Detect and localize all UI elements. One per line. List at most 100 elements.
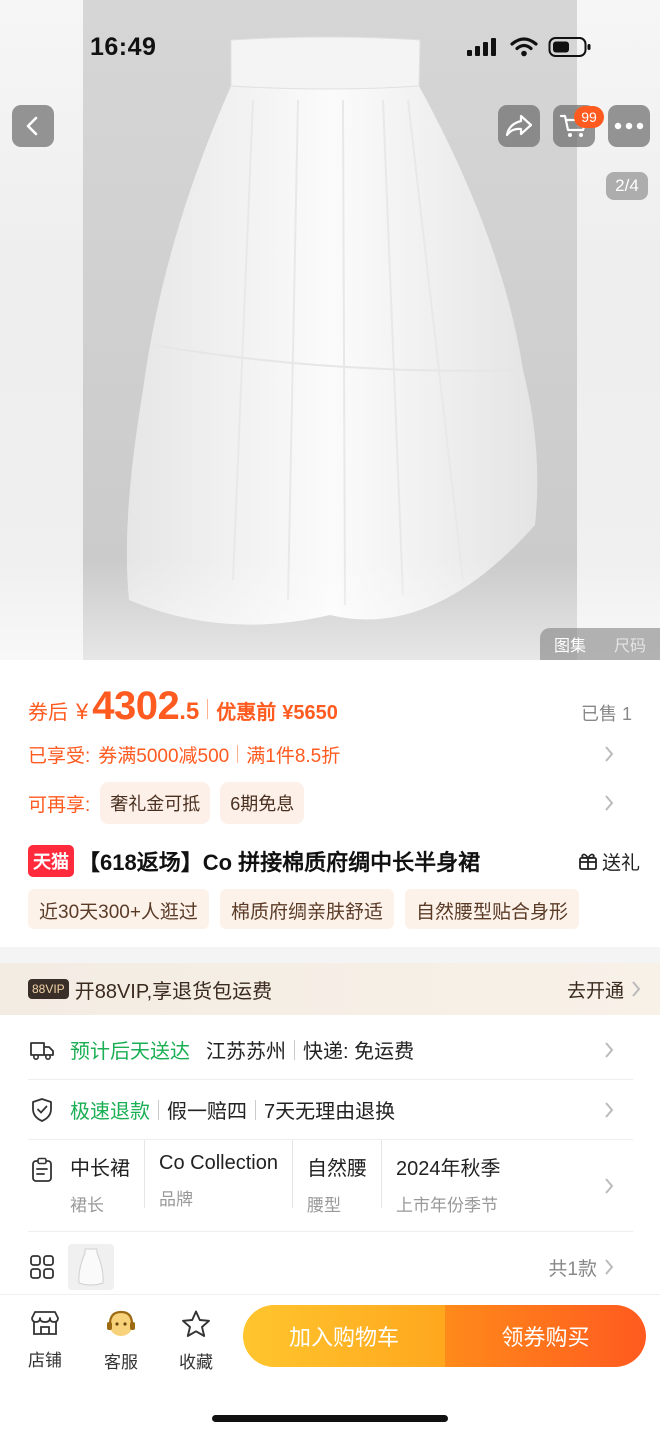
- more-button[interactable]: [608, 105, 650, 147]
- favorite-tab[interactable]: 收藏: [166, 1309, 226, 1373]
- delivery-divider: [294, 1039, 295, 1060]
- chevron-right-icon: [605, 1259, 614, 1275]
- style-count: 共1款: [548, 1258, 597, 1280]
- cart-count-badge: 99: [574, 106, 604, 128]
- delivery-shipping: 快递: 免运费: [303, 1041, 415, 1063]
- shield-check-icon: [28, 1096, 56, 1124]
- chevron-left-icon: [26, 116, 38, 136]
- promo-pill-gift-credit[interactable]: 奢礼金可抵: [100, 782, 211, 824]
- chevron-right-icon: [605, 1177, 614, 1194]
- tag-visits: 近30天300+人逛过: [28, 889, 209, 929]
- share-icon: [505, 114, 533, 137]
- tab-size[interactable]: 尺码: [600, 632, 660, 656]
- delivery-estimate: 预计后天送达: [70, 1041, 190, 1063]
- promo-more-label: 可再享:: [28, 794, 91, 816]
- spec-season: 2024年秋季 上市年份季节: [395, 1140, 515, 1215]
- customer-service-tab-label: 客服: [104, 1353, 138, 1372]
- price-divider: [207, 699, 209, 719]
- vip-text: 开88VIP,享退货包运费: [74, 980, 273, 1003]
- promo-divider: [237, 745, 239, 763]
- spec-key: 腰型: [306, 1196, 341, 1215]
- style-selector-row[interactable]: 共1款: [28, 1240, 633, 1294]
- spec-key: 上市年份季节: [395, 1196, 498, 1215]
- refund-row[interactable]: 极速退款 假一赔四 7天无理由退换: [28, 1080, 633, 1140]
- spec-key: 裙长: [70, 1196, 104, 1215]
- tab-gallery[interactable]: 图集: [540, 632, 600, 656]
- style-thumbnail[interactable]: [68, 1244, 114, 1290]
- promo-enjoyed-label: 已享受:: [28, 745, 91, 767]
- bottom-action-bar: 店铺 客服 收藏 加入购物车 领券购买: [0, 1294, 660, 1434]
- product-title: 【618返场】Co 拼接棉质府绸中长半身裙: [78, 850, 481, 875]
- refund-divider: [158, 1099, 159, 1120]
- customer-service-icon: [107, 1310, 135, 1336]
- status-icons: [466, 36, 592, 58]
- product-image-carousel[interactable]: [0, 0, 660, 660]
- tag-waist: 自然腰型贴合身形: [404, 889, 579, 929]
- status-bar: 16:49: [0, 0, 660, 96]
- buy-with-coupon-button[interactable]: 领券购买: [445, 1305, 646, 1367]
- signal-icon: [467, 38, 496, 56]
- vip-banner[interactable]: 88VIP 开88VIP,享退货包运费 去开通: [0, 963, 660, 1015]
- vip-badge: 88VIP: [28, 979, 69, 999]
- chevron-right-icon: [605, 746, 614, 762]
- price-decimal: .5: [179, 698, 200, 725]
- promo-discount: 满1件8.5折: [246, 745, 341, 767]
- spec-value: Co Collection: [159, 1152, 278, 1174]
- spec-skirt-length: 中长裙 裙长: [70, 1140, 145, 1215]
- price-currency: ¥: [76, 699, 89, 724]
- price-before-value: ¥5650: [282, 702, 338, 724]
- refund-return-policy: 7天无理由退换: [264, 1101, 396, 1123]
- refund-guarantee: 假一赔四: [167, 1101, 247, 1123]
- delivery-origin: 江苏苏州: [206, 1041, 286, 1063]
- battery-icon: [548, 37, 591, 57]
- price-label: 券后: [28, 702, 68, 724]
- store-tab-label: 店铺: [28, 1351, 62, 1370]
- section-divider: [0, 947, 660, 963]
- gift-label: 送礼: [601, 852, 640, 874]
- customer-service-tab[interactable]: 客服: [91, 1309, 151, 1373]
- product-title-row[interactable]: 天猫 【618返场】Co 拼接棉质府绸中长半身裙 送礼: [28, 843, 640, 879]
- store-icon: [31, 1311, 59, 1335]
- promo-pill-installment[interactable]: 6期免息: [220, 782, 305, 824]
- status-time: 16:49: [90, 33, 157, 61]
- price-integer: 4302: [92, 684, 180, 728]
- more-dots-icon: [614, 122, 644, 130]
- spec-value: 2024年秋季: [395, 1158, 501, 1180]
- tag-fabric: 棉质府绸亲肤舒适: [219, 889, 394, 929]
- wifi-icon: [510, 37, 538, 57]
- sold-count: 已售 1: [580, 704, 632, 724]
- share-button[interactable]: [498, 105, 540, 147]
- promo-enjoyed-row[interactable]: 已享受: 券满5000减500 满1件8.5折: [28, 737, 633, 771]
- image-counter: 2/4: [606, 172, 648, 200]
- price-before-label: 优惠前: [216, 702, 277, 724]
- spec-key: 品牌: [159, 1190, 193, 1209]
- spec-row[interactable]: 中长裙 裙长 Co Collection 品牌 自然腰 腰型 2024年秋季 上…: [28, 1140, 633, 1232]
- add-to-cart-button[interactable]: 加入购物车: [243, 1305, 445, 1367]
- store-tab[interactable]: 店铺: [15, 1309, 75, 1371]
- price-row: 券后 ¥ 4302 .5 优惠前 ¥5650: [28, 684, 633, 734]
- spec-brand: Co Collection 品牌: [159, 1140, 293, 1209]
- tmall-badge: 天猫: [28, 845, 74, 877]
- back-button[interactable]: [12, 105, 54, 147]
- promo-more-row[interactable]: 可再享: 奢礼金可抵 6期免息: [28, 782, 633, 824]
- delivery-row[interactable]: 预计后天送达 江苏苏州 快递: 免运费: [28, 1020, 633, 1080]
- favorite-tab-label: 收藏: [179, 1353, 213, 1372]
- vip-open-link[interactable]: 去开通: [567, 976, 624, 1003]
- chevron-right-icon: [632, 981, 641, 997]
- grid-icon: [30, 1255, 54, 1279]
- spec-waist: 自然腰 腰型: [307, 1140, 382, 1215]
- chevron-right-icon: [605, 1101, 614, 1118]
- skirt-thumbnail-image: [78, 1248, 104, 1286]
- promo-coupon: 券满5000减500: [98, 745, 230, 767]
- spec-value: 中长裙: [70, 1158, 130, 1180]
- home-indicator: [212, 1415, 448, 1422]
- gift-icon: [579, 853, 597, 870]
- gallery-tabs: 图集 尺码: [540, 628, 660, 660]
- refund-divider: [255, 1099, 256, 1120]
- gift-button[interactable]: 送礼: [578, 848, 640, 875]
- chevron-right-icon: [605, 1041, 614, 1058]
- refund-fast: 极速退款: [70, 1101, 150, 1123]
- truck-icon: [28, 1036, 56, 1064]
- product-tags: 近30天300+人逛过 棉质府绸亲肤舒适 自然腰型贴合身形: [28, 889, 660, 929]
- clipboard-icon: [32, 1157, 52, 1182]
